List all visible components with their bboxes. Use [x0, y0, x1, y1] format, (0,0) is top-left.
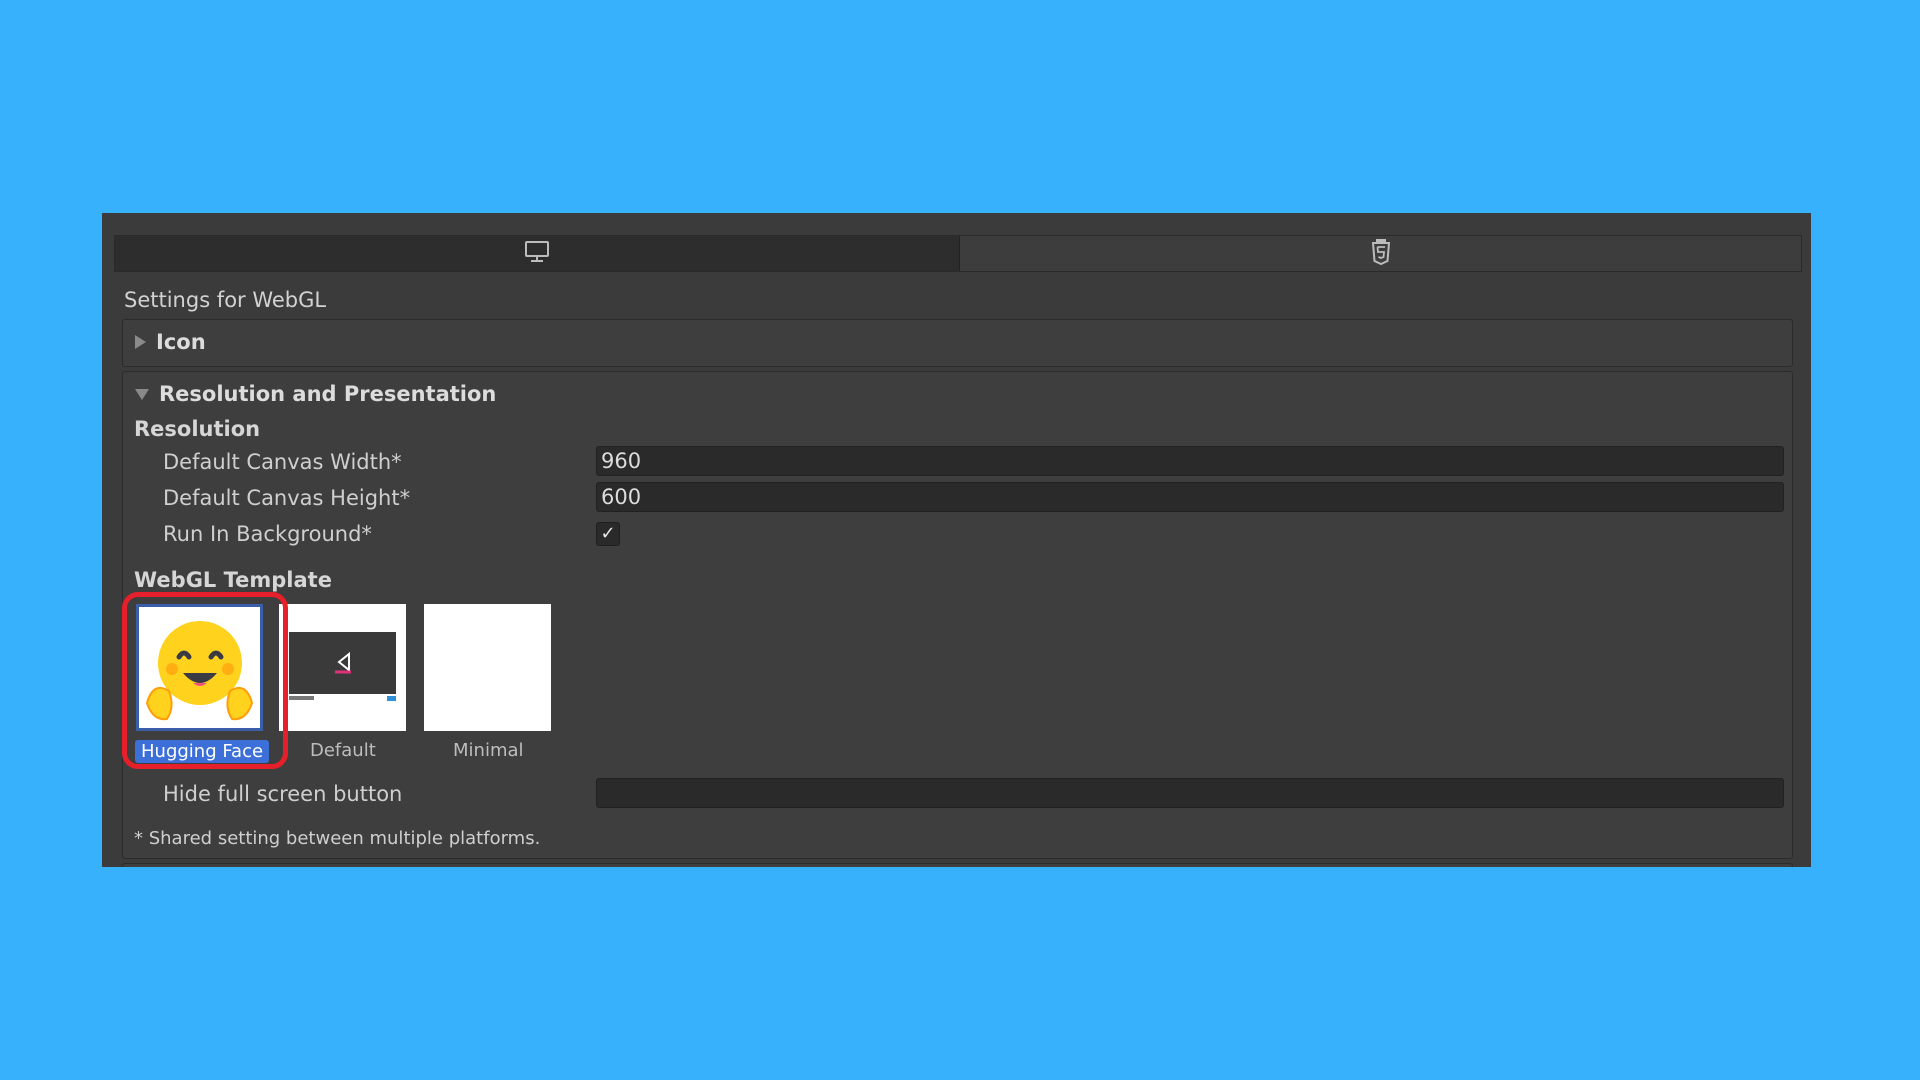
- run-in-background-label: Run In Background*: [163, 522, 372, 546]
- hide-fullscreen-field[interactable]: [596, 778, 1784, 808]
- html5-icon: [1371, 238, 1391, 269]
- resolution-header: Resolution: [134, 417, 261, 441]
- collapse-arrow-icon: [135, 388, 149, 400]
- unity-default-preview-icon: [279, 632, 406, 735]
- hide-fullscreen-label: Hide full screen button: [163, 782, 403, 806]
- settings-title: Settings for WebGL: [124, 288, 327, 312]
- shared-setting-footnote: * Shared setting between multiple platfo…: [134, 828, 541, 849]
- run-in-background-checkbox[interactable]: ✓: [596, 522, 620, 546]
- tab-standalone[interactable]: [115, 236, 960, 271]
- monitor-icon: [524, 240, 550, 268]
- icon-foldout-label: Icon: [156, 330, 206, 354]
- tab-webgl[interactable]: [960, 236, 1801, 271]
- webgl-template-header: WebGL Template: [134, 568, 332, 592]
- resolution-presentation-foldout[interactable]: Resolution and Presentation: [135, 382, 496, 406]
- template-default-thumb[interactable]: [279, 604, 406, 731]
- icon-foldout[interactable]: Icon: [135, 330, 206, 354]
- template-minimal-thumb[interactable]: [424, 604, 551, 731]
- platform-tab-bar: [114, 235, 1802, 272]
- icon-section: Icon: [122, 319, 1793, 367]
- selection-highlight-annotation: [122, 592, 288, 769]
- canvas-height-field[interactable]: 600: [596, 482, 1784, 512]
- template-minimal-label[interactable]: Minimal: [453, 740, 524, 761]
- next-section: [122, 863, 1793, 867]
- template-default-label[interactable]: Default: [310, 740, 376, 761]
- canvas-width-field[interactable]: 960: [596, 446, 1784, 476]
- player-settings-panel: Settings for WebGL Icon Resolution and P…: [102, 213, 1811, 867]
- checkmark-icon: ✓: [600, 523, 616, 544]
- expand-arrow-icon: [135, 335, 146, 349]
- resolution-presentation-label: Resolution and Presentation: [159, 382, 497, 406]
- resolution-presentation-section: Resolution and Presentation Resolution D…: [122, 371, 1793, 859]
- canvas-height-label: Default Canvas Height*: [163, 486, 411, 510]
- canvas-width-label: Default Canvas Width*: [163, 450, 402, 474]
